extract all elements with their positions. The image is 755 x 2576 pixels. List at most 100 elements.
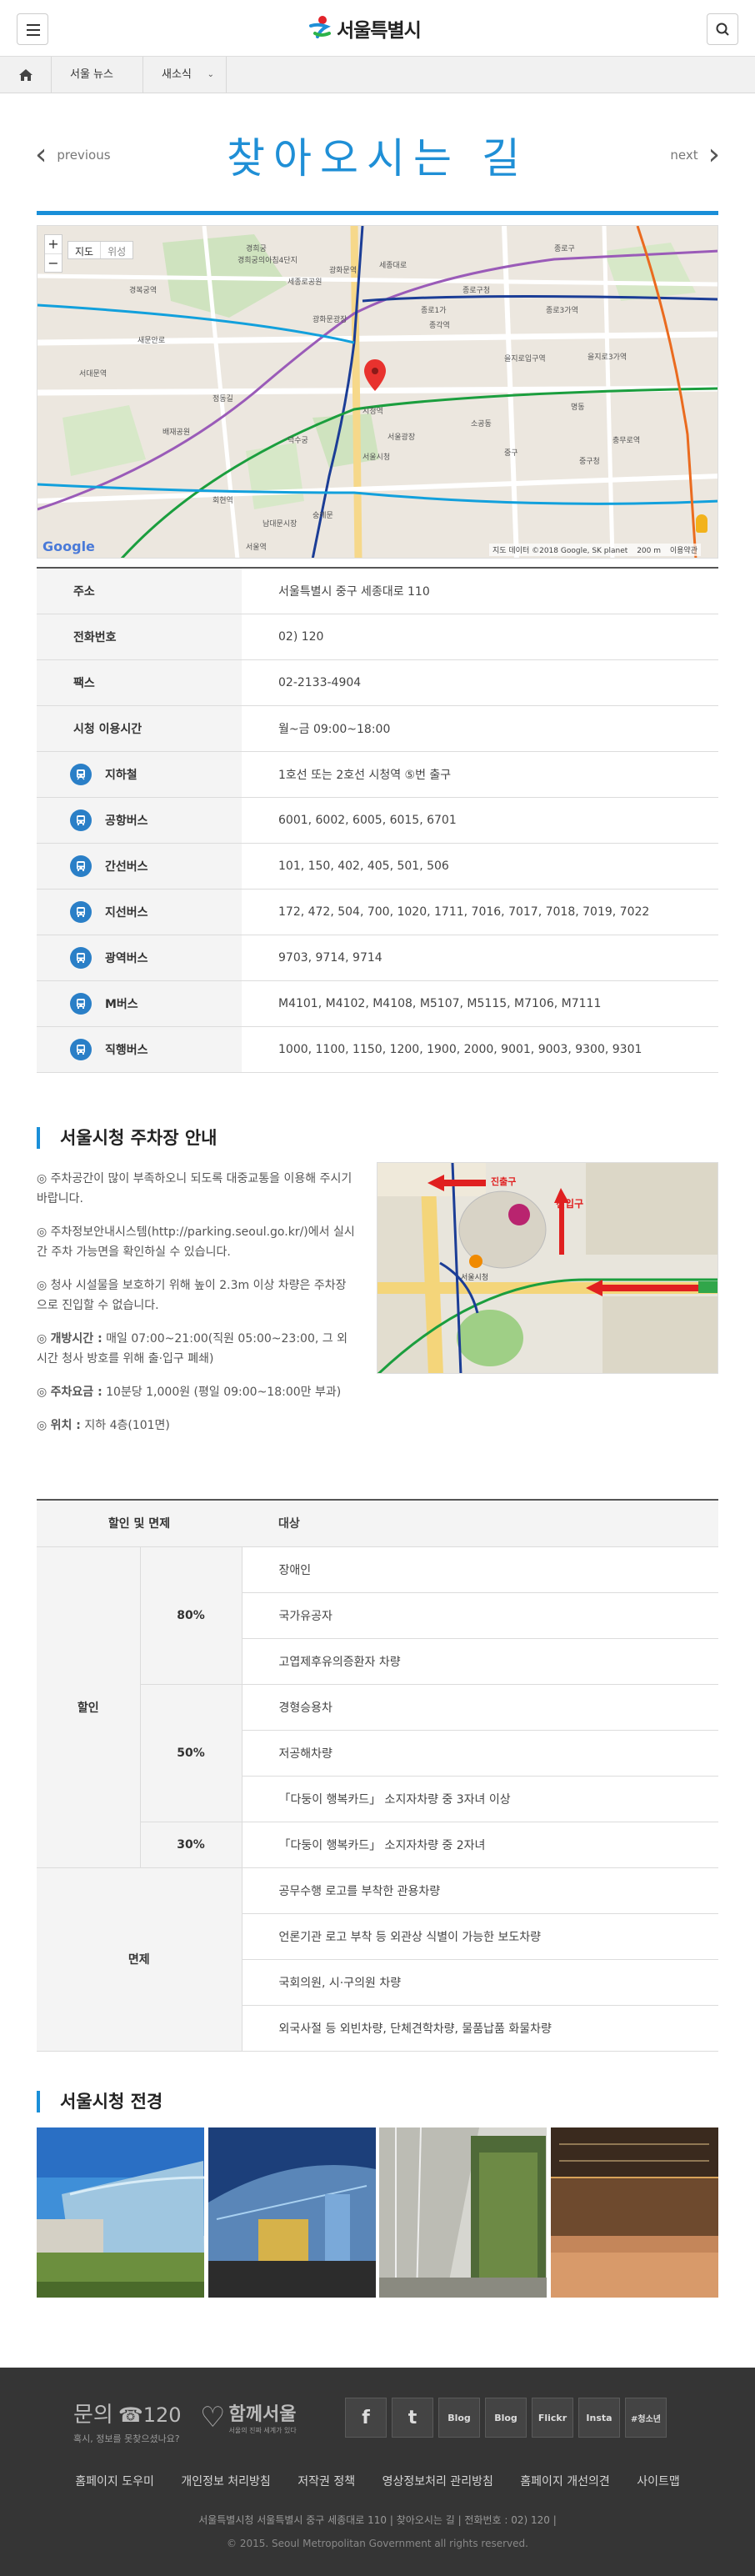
site-logo[interactable]: 서울특별시	[308, 12, 422, 45]
info-row: 간선버스 101, 150, 402, 405, 501, 506	[37, 843, 718, 890]
title-divider	[37, 211, 718, 215]
map-label: 서대문역	[79, 370, 108, 378]
youth-icon[interactable]: #청소년	[625, 2398, 667, 2438]
map-type-satellite[interactable]: 위성	[100, 242, 132, 258]
bus-icon	[70, 1038, 92, 1060]
search-button[interactable]	[707, 13, 738, 45]
parking-location-value: 지하 4층(101면)	[84, 1419, 170, 1432]
map-canvas	[38, 226, 718, 558]
map-label: 종로구	[554, 245, 575, 253]
map-label: 경복궁역	[129, 287, 158, 295]
breadcrumb-item-current[interactable]: 새소식 ⌄	[143, 57, 227, 93]
info-label-cell: 간선버스	[37, 843, 242, 890]
blog-icon[interactable]: Blog	[438, 2398, 480, 2438]
parking-location-label: 위치 :	[50, 1419, 81, 1432]
logo-text: 서울특별시	[337, 20, 422, 42]
map-label: 서울역	[246, 544, 267, 552]
parking-discount-table: 할인 및 면제 대상 할인 80% 장애인 국가유공자 고엽제후유의증환자 차량…	[37, 1499, 718, 2052]
flickr-icon[interactable]: Flickr	[532, 2398, 573, 2438]
map-type-map[interactable]: 지도	[68, 242, 100, 258]
info-label: 팩스	[73, 676, 95, 690]
cityhall-photo-night[interactable]	[208, 2127, 376, 2298]
map-label: 경희궁	[246, 245, 267, 253]
discount-row: 고엽제후유의증환자 차량	[242, 1638, 718, 1685]
footer-address: 서울특별시청 서울특별시 중구 세종대로 110 | 찾아오시는 길 | 전화번…	[198, 2514, 557, 2526]
cityhall-photo-hall[interactable]	[550, 2127, 718, 2298]
info-label-cell: 지하철	[37, 751, 242, 798]
zoom-out-button[interactable]: −	[45, 253, 62, 272]
parking-note-1: ◎ 주차공간이 많이 부족하오니 되도록 대중교통을 이용해 주시기 바랍니다.	[37, 1172, 352, 1205]
exempt-row: 언론기관 로고 부착 등 외관상 식별이 가능한 보도차량	[242, 1913, 718, 1960]
next-link[interactable]: next ›	[670, 140, 720, 170]
location-map[interactable]: 경희궁의아침4단지 경희궁 세종로공원 세종대로 경복궁역 종로구청 광화문역 종로1가 종각역…	[37, 225, 718, 559]
info-row: 공항버스 6001, 6002, 6005, 6015, 6701	[37, 797, 718, 844]
footer-link-cctv[interactable]: 영상정보처리 관리방침	[382, 2475, 493, 2488]
footer-copyright: © 2015. Seoul Metropolitan Government al…	[227, 2538, 528, 2549]
map-label: 서울시청	[362, 454, 391, 462]
map-label: 새문안로	[138, 337, 166, 345]
discount-30-label: 30%	[140, 1822, 242, 1868]
home-button[interactable]	[0, 57, 52, 93]
bus-icon	[70, 809, 92, 831]
map-attribution-text: 지도 데이터 ©2018 Google, SK planet	[492, 547, 628, 555]
search-icon	[716, 23, 729, 36]
info-label: M버스	[105, 997, 138, 1011]
site-footer: 문의 ☎120 혹시, 정보를 못찾으셨나요? ♡ 함께서울 서울의 진짜 세계…	[0, 2368, 755, 2576]
map-terms-link[interactable]: 이용약관	[670, 547, 698, 555]
map-zoom-control: + −	[44, 234, 62, 273]
exempt-row: 국회의원, 시·구의원 차량	[242, 1959, 718, 2006]
info-label: 지선버스	[105, 905, 148, 920]
pegman-icon[interactable]	[696, 514, 708, 533]
info-value: 02) 120	[242, 614, 718, 660]
blog-icon[interactable]: Blog	[485, 2398, 527, 2438]
footer-link-feedback[interactable]: 홈페이지 개선의견	[520, 2475, 610, 2488]
footer-link-privacy[interactable]: 개인정보 처리방침	[181, 2475, 271, 2488]
facebook-icon[interactable]: f	[345, 2398, 387, 2438]
map-label: 서울광장	[388, 434, 416, 442]
info-label-cell: 광역버스	[37, 935, 242, 981]
discount-row: 경형승용차	[242, 1684, 718, 1731]
footer-link-help[interactable]: 홈페이지 도우미	[75, 2475, 154, 2488]
parking-note-3: ◎ 청사 시설물을 보호하기 위해 높이 2.3m 이상 차량은 주차장으로 진…	[37, 1279, 347, 1312]
instagram-icon[interactable]: Insta	[578, 2398, 620, 2438]
footer-brand: ♡ 함께서울 서울의 진짜 세계가 있다	[200, 2399, 297, 2435]
map-type-control: 지도 위성	[68, 241, 134, 259]
info-value: M4101, M4102, M4108, M5107, M5115, M7106…	[242, 980, 718, 1027]
info-label: 간선버스	[105, 860, 148, 874]
twitter-icon[interactable]: t	[392, 2398, 433, 2438]
view-section-title: 서울시청 전경	[37, 2091, 162, 2112]
heart-icon: ♡	[200, 2400, 226, 2434]
zoom-in-button[interactable]: +	[45, 235, 62, 253]
cityhall-photo-exterior[interactable]	[37, 2127, 204, 2298]
map-label: 덕수궁	[288, 437, 308, 445]
discount-row: 「다둥이 행복카드」 소지자차량 중 2자녀	[242, 1822, 718, 1868]
discount-category-label: 할인	[37, 1546, 141, 1868]
info-label-cell: 주소	[37, 567, 242, 614]
parking-exit-label: 진출구	[491, 1176, 517, 1187]
bus-icon	[70, 900, 92, 923]
info-label-cell: 시청 이용시간	[37, 705, 242, 752]
parking-info: ◎ 주차공간이 많이 부족하오니 되도록 대중교통을 이용해 주시기 바랍니다.…	[37, 1169, 355, 1449]
map-label: 세종대로	[379, 262, 408, 270]
breadcrumb-current-label: 새소식	[162, 68, 192, 81]
footer-link-copyright[interactable]: 저작권 정책	[298, 2475, 355, 2488]
footer-link-sitemap[interactable]: 사이트맵	[637, 2475, 680, 2488]
info-value: 월~금 09:00~18:00	[242, 705, 718, 752]
parking-hours: ◎ 개방시간 : 매일 07:00~21:00(직원 05:00~23:00, …	[37, 1332, 348, 1366]
breadcrumb-item-news[interactable]: 서울 뉴스	[52, 57, 143, 93]
bus-icon	[70, 946, 92, 969]
map-label: 종로3가역	[546, 307, 578, 315]
parking-fee-label: 주차요금 :	[50, 1386, 102, 1399]
info-row: 광역버스 9703, 9714, 9714	[37, 935, 718, 981]
info-value: 172, 472, 504, 700, 1020, 1711, 7016, 70…	[242, 889, 718, 935]
info-label: 지하철	[105, 768, 138, 782]
parking-section-title: 서울시청 주차장 안내	[37, 1127, 218, 1149]
parking-entrance-label: 진입구	[556, 1198, 584, 1210]
menu-button[interactable]	[17, 13, 48, 45]
parking-map: 진출구 진입구 서울시청	[377, 1162, 718, 1374]
info-label-cell: 지선버스	[37, 889, 242, 935]
contact-label: 문의	[73, 2403, 113, 2428]
cityhall-photo-greenwall[interactable]	[379, 2127, 548, 2298]
exempt-category-label: 면제	[37, 1867, 242, 2052]
map-label: 종로구청	[462, 287, 491, 295]
